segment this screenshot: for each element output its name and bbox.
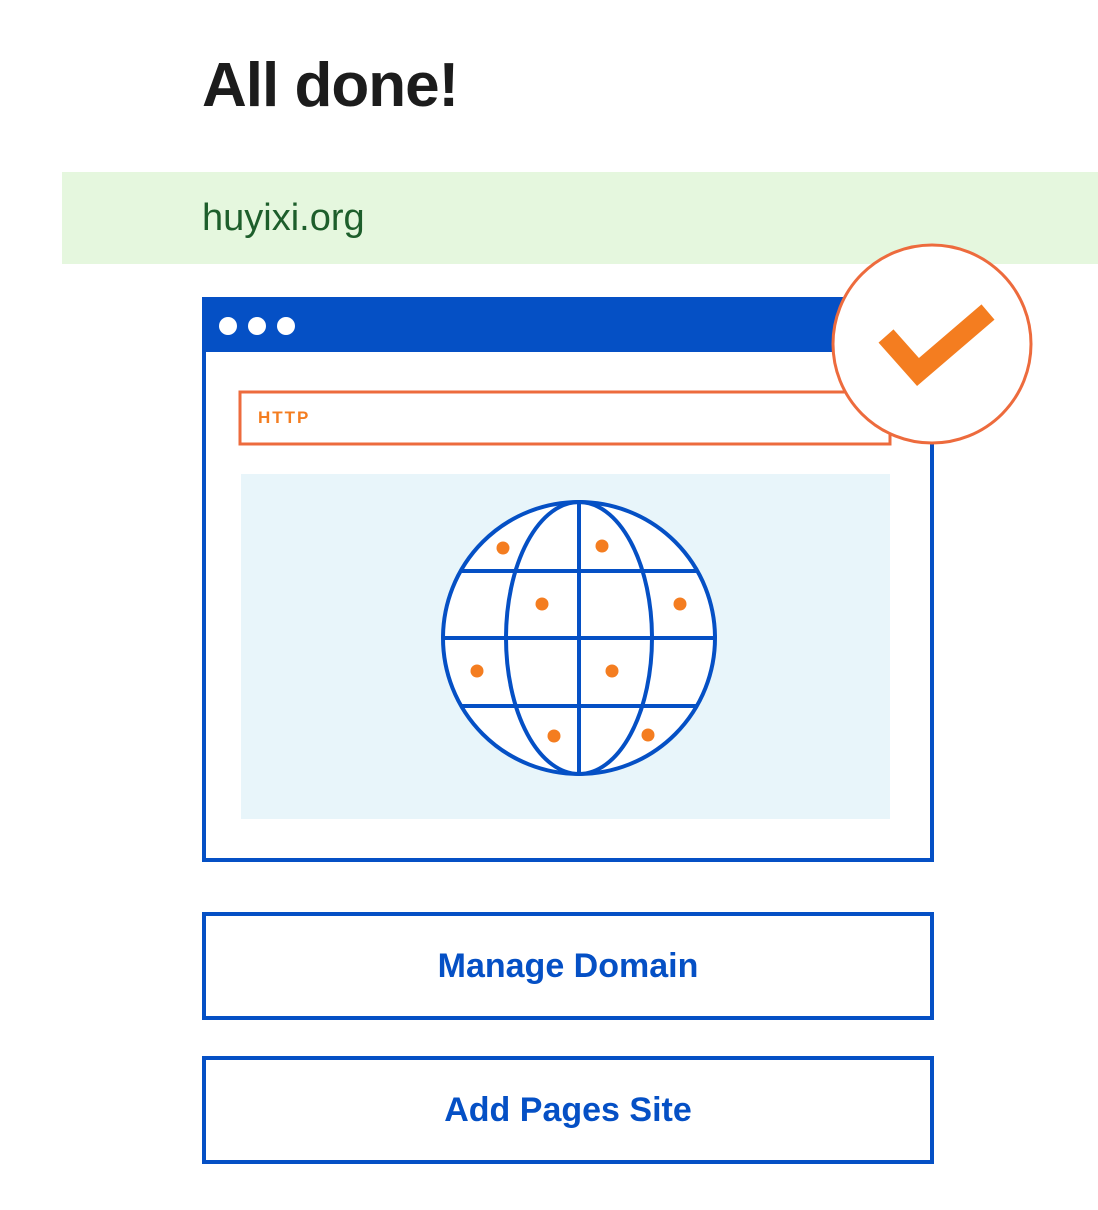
address-bar xyxy=(238,390,892,446)
add-pages-site-button[interactable]: Add Pages Site xyxy=(202,1056,934,1164)
window-dots-icon xyxy=(219,317,295,335)
browser-illustration: HTTP xyxy=(202,243,1033,862)
checkmark-badge xyxy=(831,243,1033,445)
address-bar-label: HTTP xyxy=(258,408,310,427)
page-title: All done! xyxy=(202,51,459,120)
globe-icon xyxy=(441,500,717,776)
domain-name: huyixi.org xyxy=(202,197,365,239)
success-page: All done! huyixi.org HTTP Manage Domain … xyxy=(0,0,1098,1210)
manage-domain-button[interactable]: Manage Domain xyxy=(202,912,934,1020)
browser-title-bar xyxy=(204,299,932,352)
